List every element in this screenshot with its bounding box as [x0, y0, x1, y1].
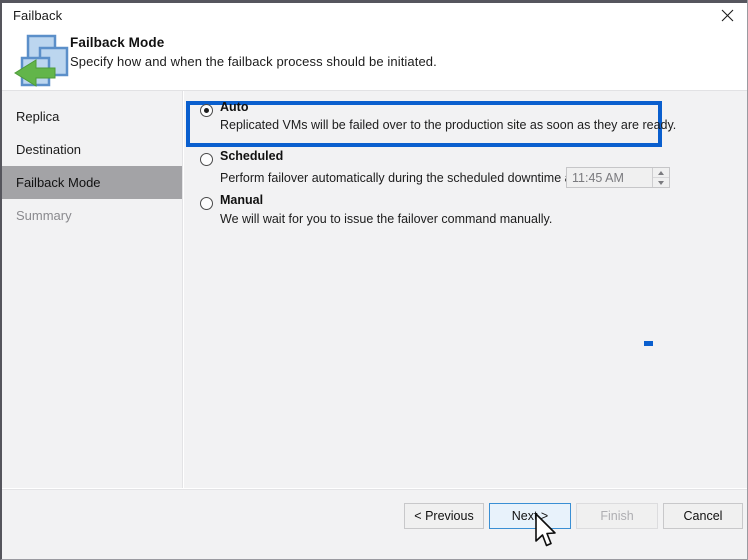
previous-button[interactable]: < Previous [404, 503, 484, 529]
sidebar-item-summary: Summary [2, 199, 182, 232]
close-icon[interactable] [704, 0, 748, 30]
cancel-button[interactable]: Cancel [663, 503, 743, 529]
wizard-header: Failback Mode Specify how and when the f… [2, 30, 748, 90]
chevron-down-icon[interactable] [653, 178, 669, 187]
scheduled-time-stepper[interactable]: 11:45 AM [566, 167, 670, 188]
radio-auto[interactable] [200, 104, 213, 117]
failback-mode-options-pane: Auto Replicated VMs will be failed over … [184, 91, 748, 488]
radio-scheduled[interactable] [200, 153, 213, 166]
sidebar-item-label: Destination [16, 142, 81, 157]
option-auto-label: Auto [220, 100, 248, 114]
finish-button-label: Finish [600, 509, 633, 523]
option-manual-label: Manual [220, 193, 263, 207]
wizard-footer: < Previous Next > Finish Cancel [2, 489, 748, 559]
title-bar: Failback [2, 3, 748, 30]
chevron-up-icon[interactable] [653, 168, 669, 178]
next-button[interactable]: Next > [489, 503, 571, 529]
previous-button-label: < Previous [414, 509, 473, 523]
sidebar-item-label: Failback Mode [16, 175, 101, 190]
sidebar-item-replica[interactable]: Replica [2, 100, 182, 133]
next-button-label: Next > [512, 509, 548, 523]
radio-manual[interactable] [200, 197, 213, 210]
scheduled-time-value: 11:45 AM [572, 171, 624, 185]
option-auto-description: Replicated VMs will be failed over to th… [220, 118, 676, 132]
finish-button: Finish [576, 503, 658, 529]
annotation-marker [644, 341, 653, 346]
page-subtitle: Specify how and when the failback proces… [70, 54, 437, 69]
option-manual-description: We will wait for you to issue the failov… [220, 212, 552, 226]
window-title: Failback [13, 8, 62, 23]
time-spinner-buttons[interactable] [652, 168, 669, 187]
option-scheduled-label: Scheduled [220, 149, 283, 163]
sidebar-top-spacer [2, 91, 182, 100]
sidebar-item-label: Summary [16, 208, 72, 223]
failback-replica-arrow-icon [10, 32, 72, 90]
page-title: Failback Mode [70, 35, 164, 50]
wizard-step-sidebar: Replica Destination Failback Mode Summar… [2, 91, 183, 488]
option-scheduled-description: Perform failover automatically during th… [220, 171, 579, 185]
sidebar-item-label: Replica [16, 109, 59, 124]
sidebar-item-failback-mode[interactable]: Failback Mode [2, 166, 182, 199]
cancel-button-label: Cancel [684, 509, 723, 523]
sidebar-item-destination[interactable]: Destination [2, 133, 182, 166]
failback-wizard-window: Failback Failback Mode Specify how and w… [0, 0, 748, 560]
